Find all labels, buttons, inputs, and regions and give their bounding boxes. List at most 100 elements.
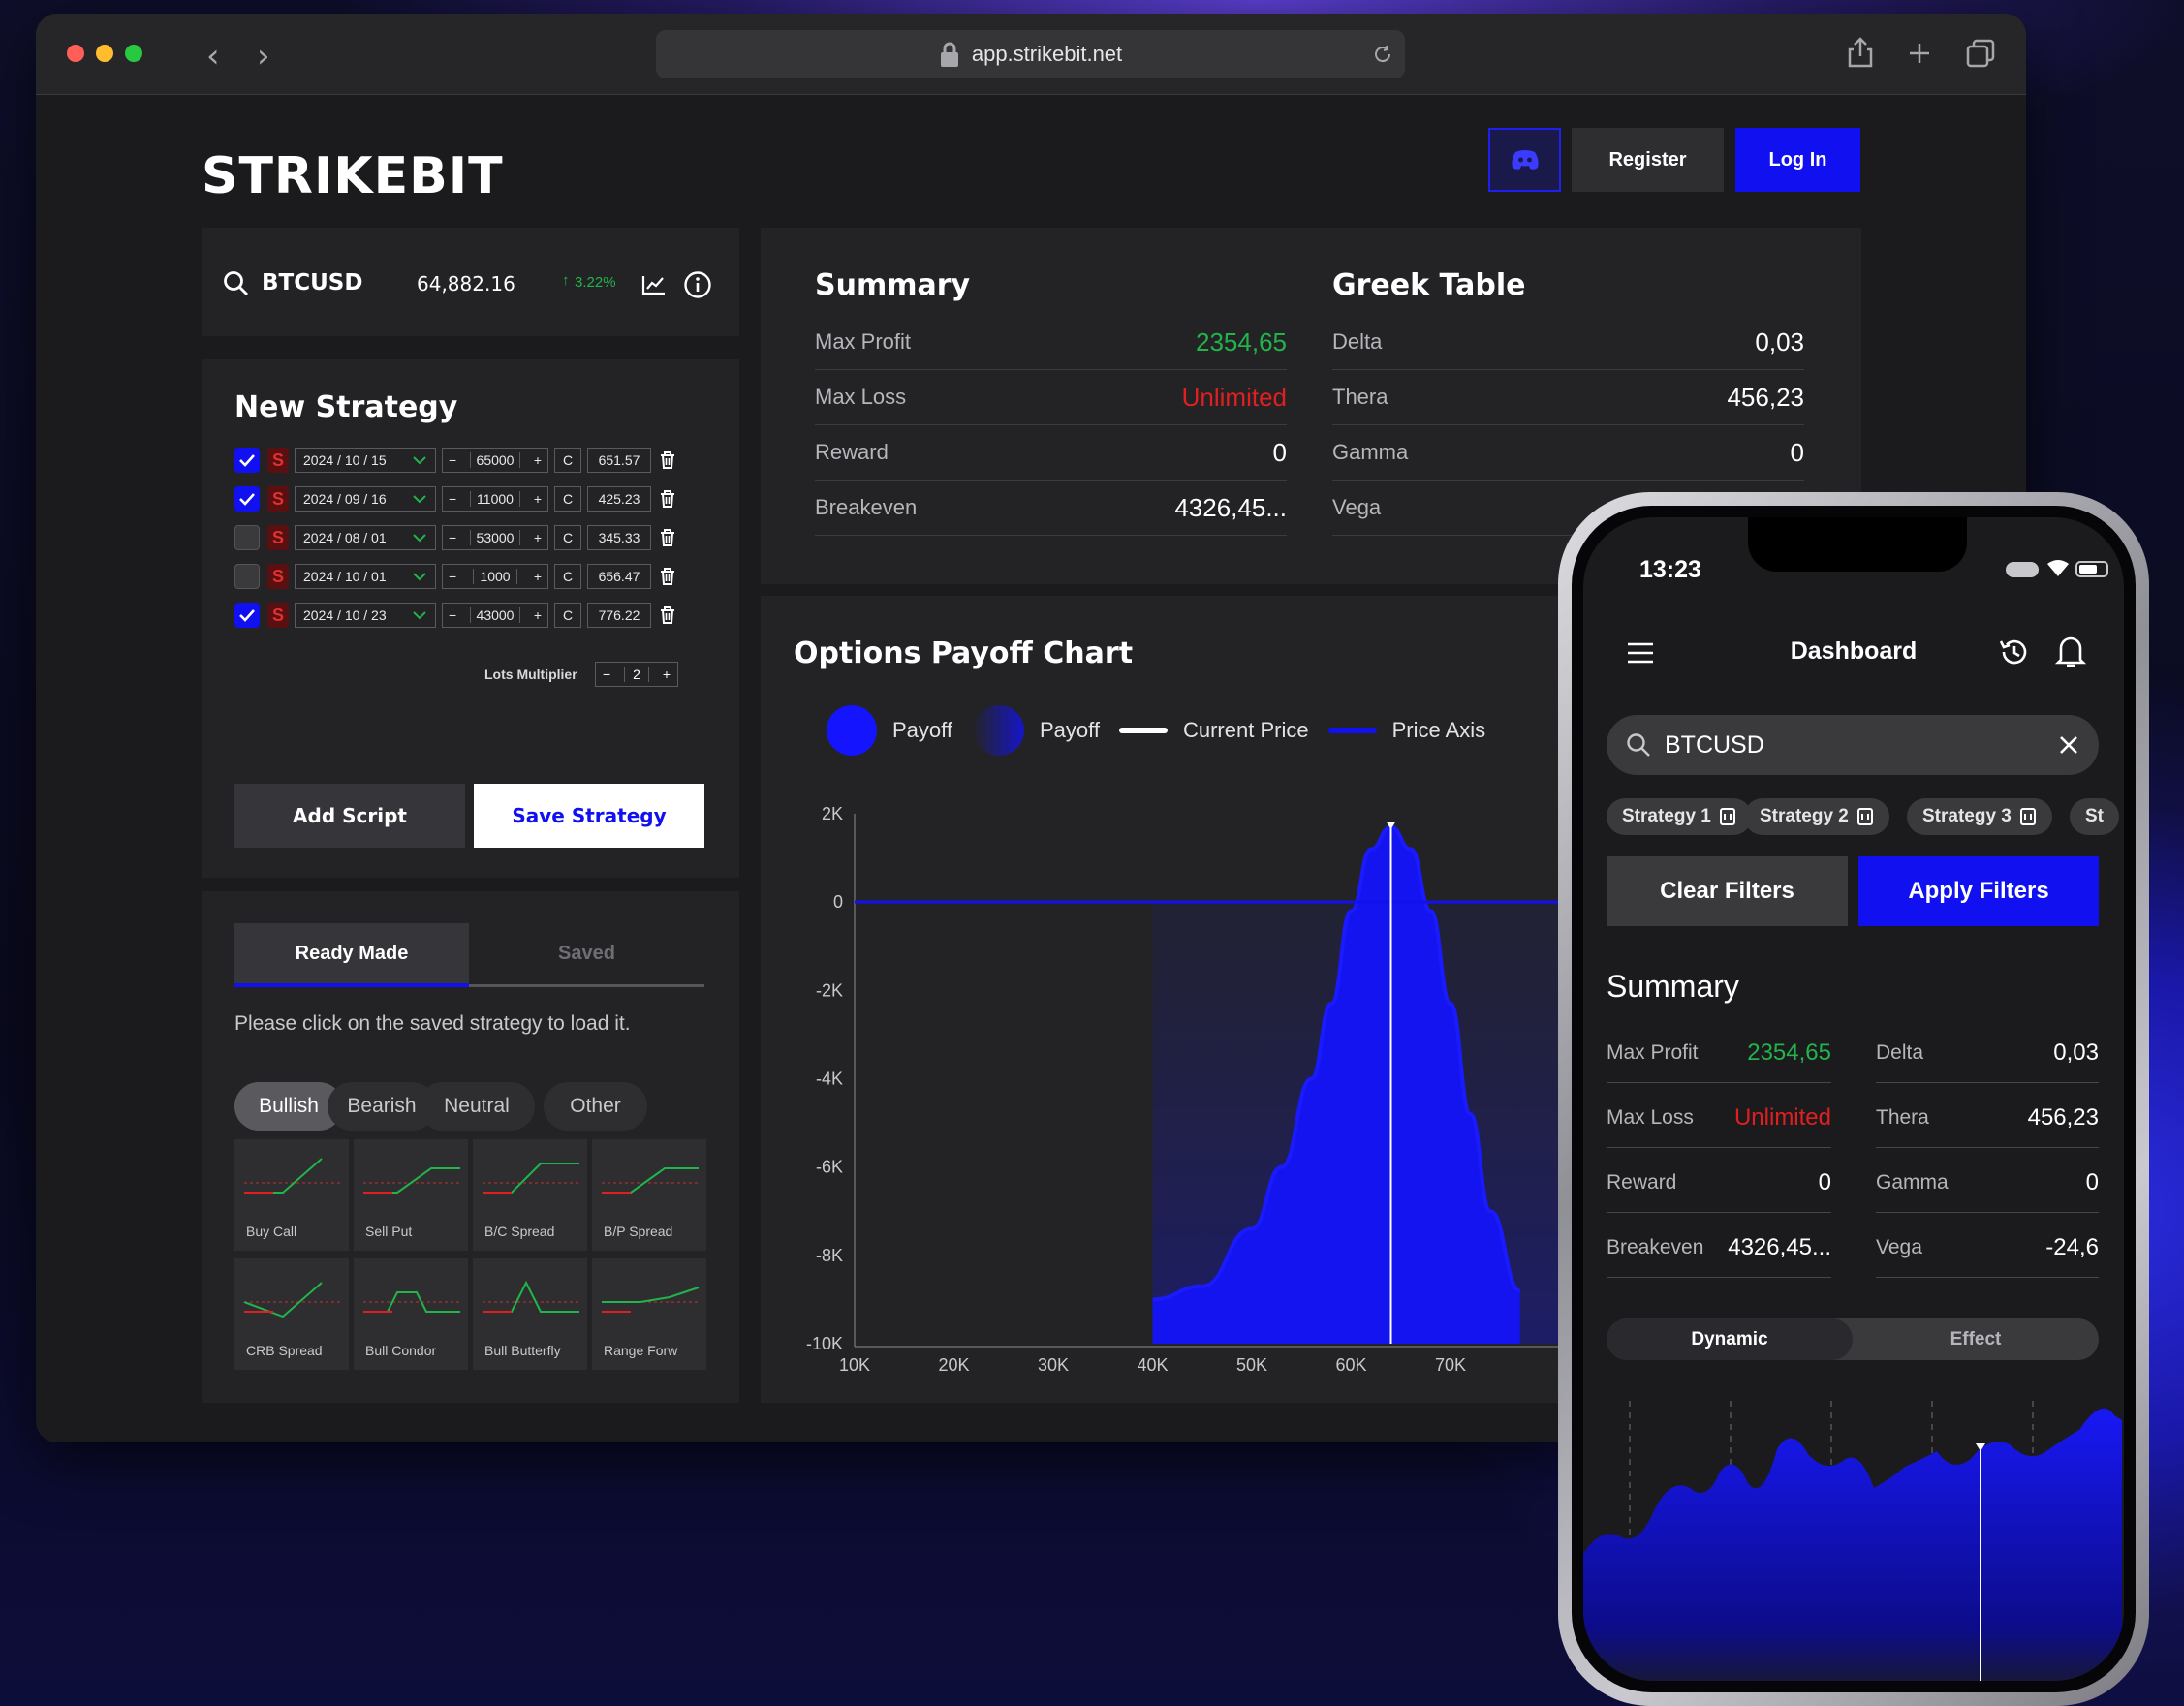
strike-decrement-button[interactable]: − [449, 452, 456, 468]
leg-checkbox[interactable] [234, 525, 260, 550]
leg-option-type[interactable]: C [554, 486, 581, 512]
search-icon[interactable] [223, 270, 250, 297]
toggle-effect[interactable]: Effect [1853, 1318, 2099, 1360]
strategy-chip[interactable]: St [2070, 798, 2119, 835]
leg-date-select[interactable]: 2024 / 10 / 01 [295, 564, 436, 589]
trash-icon[interactable] [659, 489, 676, 509]
tab-ready-made[interactable]: Ready Made [234, 923, 469, 987]
strike-increment-button[interactable]: + [534, 491, 542, 507]
leg-strike[interactable]: 11000 [470, 491, 520, 507]
leg-premium[interactable]: 651.57 [587, 448, 651, 473]
trash-icon[interactable] [659, 528, 676, 547]
strategy-tile[interactable]: Bull Butterfly [473, 1258, 587, 1370]
strikebit-logo[interactable]: STRIKEBIT [202, 147, 504, 205]
leg-strike-stepper[interactable]: −65000 + [442, 448, 548, 473]
leg-premium[interactable]: 345.33 [587, 525, 651, 550]
info-icon[interactable] [683, 270, 712, 299]
leg-strike-stepper[interactable]: −43000 + [442, 603, 548, 628]
tab-saved[interactable]: Saved [469, 923, 704, 987]
clear-filters-button[interactable]: Clear Filters [1607, 856, 1848, 926]
strategy-tile[interactable]: Range Forw [592, 1258, 706, 1370]
lots-multiplier-stepper[interactable]: −2 + [595, 662, 678, 687]
filter-neutral[interactable]: Neutral [419, 1082, 535, 1131]
leg-strike-stepper[interactable]: −53000 + [442, 525, 548, 550]
leg-side-badge[interactable]: S [267, 564, 289, 589]
minimize-window-button[interactable] [96, 45, 113, 62]
strike-decrement-button[interactable]: − [449, 530, 456, 545]
leg-premium[interactable]: 656.47 [587, 564, 651, 589]
trash-icon[interactable] [659, 450, 676, 470]
trash-icon[interactable] [1719, 807, 1736, 826]
strategy-chip[interactable]: Strategy 1 [1607, 798, 1752, 835]
leg-strike[interactable]: 43000 [469, 607, 521, 623]
add-script-button[interactable]: Add Script [234, 784, 465, 848]
tabs-overview-icon[interactable] [1966, 39, 1995, 68]
leg-checkbox[interactable] [234, 603, 260, 628]
leg-option-type[interactable]: C [554, 603, 581, 628]
strategy-tile[interactable]: Buy Call [234, 1139, 349, 1251]
apply-filters-button[interactable]: Apply Filters [1858, 856, 2099, 926]
leg-option-type[interactable]: C [554, 448, 581, 473]
ticker-symbol[interactable]: BTCUSD [262, 270, 362, 295]
trash-icon[interactable] [2019, 807, 2037, 826]
close-window-button[interactable] [67, 45, 84, 62]
strike-decrement-button[interactable]: − [449, 607, 456, 623]
leg-option-type[interactable]: C [554, 525, 581, 550]
mobile-search-input[interactable]: BTCUSD [1607, 715, 2099, 775]
leg-date-select[interactable]: 2024 / 09 / 16 [295, 486, 436, 512]
lots-increment-button[interactable]: + [663, 667, 671, 682]
mobile-area-chart[interactable] [1583, 1381, 2122, 1681]
strike-decrement-button[interactable]: − [449, 569, 456, 584]
lots-decrement-button[interactable]: − [603, 667, 610, 682]
login-button[interactable]: Log In [1735, 128, 1860, 192]
chart-icon[interactable] [641, 274, 667, 295]
strike-increment-button[interactable]: + [534, 452, 542, 468]
leg-side-badge[interactable]: S [267, 525, 289, 550]
strike-increment-button[interactable]: + [534, 530, 542, 545]
leg-strike-stepper[interactable]: − 1000 + [442, 564, 548, 589]
new-tab-icon[interactable] [1908, 42, 1931, 65]
filter-other[interactable]: Other [544, 1082, 647, 1131]
strike-decrement-button[interactable]: − [449, 491, 456, 507]
notification-bell-icon[interactable] [2054, 634, 2087, 668]
strategy-tile[interactable]: CRB Spread [234, 1258, 349, 1370]
leg-option-type[interactable]: C [554, 564, 581, 589]
share-icon[interactable] [1848, 37, 1873, 68]
clear-search-icon[interactable] [2058, 734, 2079, 756]
mobile-mode-toggle[interactable]: Dynamic Effect [1607, 1318, 2099, 1360]
lots-value[interactable]: 2 [624, 667, 649, 682]
leg-checkbox[interactable] [234, 486, 260, 512]
strike-increment-button[interactable]: + [534, 607, 542, 623]
trash-icon[interactable] [1856, 807, 1874, 826]
leg-side-badge[interactable]: S [267, 603, 289, 628]
leg-side-badge[interactable]: S [267, 486, 289, 512]
maximize-window-button[interactable] [125, 45, 142, 62]
leg-date-select[interactable]: 2024 / 10 / 23 [295, 603, 436, 628]
strike-increment-button[interactable]: + [534, 569, 542, 584]
strategy-tile[interactable]: Sell Put [354, 1139, 468, 1251]
trash-icon[interactable] [659, 567, 676, 586]
leg-side-badge[interactable]: S [267, 448, 289, 473]
leg-premium[interactable]: 425.23 [587, 486, 651, 512]
toggle-dynamic[interactable]: Dynamic [1607, 1318, 1853, 1360]
register-button[interactable]: Register [1572, 128, 1724, 192]
strategy-chip[interactable]: Strategy 2 [1744, 798, 1889, 835]
strategy-tile[interactable]: B/P Spread [592, 1139, 706, 1251]
strategy-chip[interactable]: Strategy 3 [1907, 798, 2052, 835]
leg-strike[interactable]: 65000 [469, 452, 521, 468]
mobile-search-value[interactable]: BTCUSD [1665, 731, 1764, 760]
trash-icon[interactable] [659, 605, 676, 625]
leg-date-select[interactable]: 2024 / 10 / 15 [295, 448, 436, 473]
strategy-tile[interactable]: Bull Condor [354, 1258, 468, 1370]
address-bar[interactable]: app.strikebit.net [656, 30, 1405, 78]
discord-button[interactable] [1488, 128, 1561, 192]
leg-date-select[interactable]: 2024 / 08 / 01 [295, 525, 436, 550]
leg-strike-stepper[interactable]: −11000 + [442, 486, 548, 512]
back-icon[interactable]: ‹ [206, 37, 220, 76]
leg-checkbox[interactable] [234, 564, 260, 589]
leg-strike[interactable]: 53000 [469, 530, 521, 545]
reload-icon[interactable] [1372, 44, 1393, 65]
strategy-tile[interactable]: B/C Spread [473, 1139, 587, 1251]
leg-checkbox[interactable] [234, 448, 260, 473]
leg-premium[interactable]: 776.22 [587, 603, 651, 628]
